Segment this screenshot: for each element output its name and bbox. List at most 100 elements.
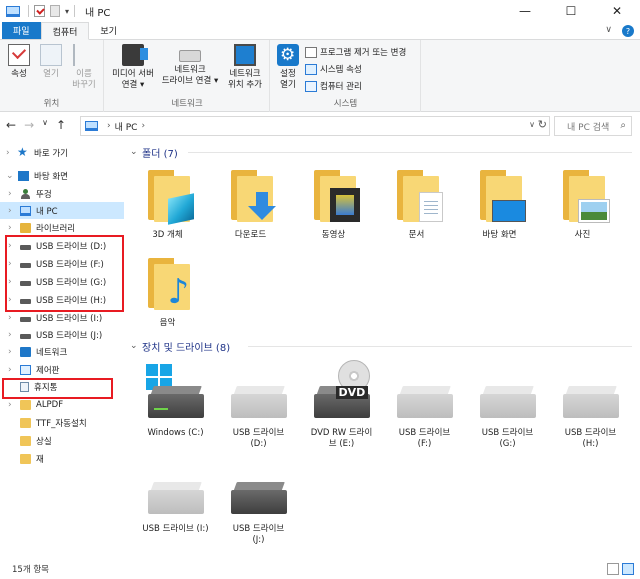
recent-locations-icon[interactable]: ∨ (42, 118, 48, 132)
tab-view[interactable]: 보기 (89, 22, 128, 39)
forward-arrow-icon[interactable]: → (24, 118, 34, 132)
media-server-button[interactable]: 미디어 서버 연결 ▾ (107, 44, 159, 91)
nav-item-usb-j[interactable]: › USB 드라이브 (J:) (0, 326, 124, 343)
system-properties-icon (305, 63, 317, 75)
address-bar[interactable]: › 내 PC › ∨ ↻ (80, 116, 550, 136)
open-settings-button[interactable]: 설정 열기 (275, 44, 301, 91)
nav-item-folder-jae[interactable]: 재 (0, 450, 124, 467)
title-bar: ▾ 내 PC — ☐ ✕ (0, 0, 640, 22)
folder-tile-desktop[interactable]: 바탕 화면 (458, 168, 541, 241)
collapse-chevron-icon[interactable]: ⌄ (6, 171, 15, 181)
expand-chevron-icon[interactable]: › (8, 347, 17, 357)
search-icon: ⌕ (620, 120, 626, 131)
large-icons-view-icon[interactable] (622, 563, 634, 575)
minimize-button[interactable]: — (502, 0, 548, 22)
details-view-icon[interactable] (607, 563, 619, 575)
system-properties-button[interactable]: 시스템 속성 (305, 63, 362, 75)
download-arrow-icon (247, 192, 277, 222)
help-icon[interactable]: ? (622, 25, 634, 37)
maximize-button[interactable]: ☐ (548, 0, 594, 22)
new-folder-icon[interactable] (50, 5, 60, 17)
system-properties-label: 시스템 속성 (320, 65, 362, 75)
devices-section-header[interactable]: ⌄ 장치 및 드라이브 (8) (130, 338, 230, 354)
expand-chevron-icon[interactable]: › (8, 189, 17, 199)
drive-tile-usb-d[interactable]: USB 드라이브 (D:) (217, 370, 300, 450)
photo-icon (578, 200, 609, 222)
expand-chevron-icon[interactable]: › (8, 313, 17, 323)
address-dropdown-icon[interactable]: ∨ (529, 120, 535, 129)
nav-item-control-panel[interactable]: › 제어판 (0, 361, 124, 378)
expand-chevron-icon[interactable]: › (8, 400, 17, 410)
search-input[interactable]: 내 PC 검색 ⌕ (554, 116, 632, 136)
qat-dropdown-icon[interactable]: ▾ (65, 7, 69, 16)
computer-management-button[interactable]: 컴퓨터 관리 (305, 80, 362, 92)
drive-tile-windows-c[interactable]: Windows (C:) (134, 364, 217, 439)
rename-label: 이름 바꾸기 (72, 69, 96, 90)
nav-item-label: 라이브러리 (36, 223, 76, 234)
nav-item-label: ALPDF (36, 399, 64, 410)
quick-access-toolbar: ▾ (28, 5, 76, 17)
gear-icon (277, 44, 299, 66)
drive-tile-usb-f[interactable]: USB 드라이브 (F:) (383, 370, 466, 450)
folder-tile-music[interactable]: 음악 (126, 256, 209, 329)
nav-item-network[interactable]: › 네트워크 (0, 343, 124, 360)
expand-chevron-icon[interactable]: › (8, 365, 17, 375)
ribbon-group-network: 미디어 서버 연결 ▾ 네트워크 드라이브 연결 ▾ 네트워크 위치 추가 네트… (105, 40, 270, 112)
folder-tile-pictures[interactable]: 사진 (541, 168, 624, 241)
window-title: 내 PC (85, 7, 111, 19)
expand-chevron-icon[interactable]: › (8, 223, 17, 233)
nav-item-desktop[interactable]: ⌄ 바탕 화면 (0, 167, 124, 184)
content-area: ⌄ 폴더 (7) 3D 개체 다운로드 동영상 문서 바탕 화면 사진 ♪ 음악… (126, 140, 640, 559)
rename-button[interactable]: 이름 바꾸기 (68, 44, 100, 91)
drive-tile-usb-i[interactable]: USB 드라이브 (I:) (134, 466, 217, 535)
tab-computer[interactable]: 컴퓨터 (40, 22, 90, 40)
folder-tile-documents[interactable]: 문서 (375, 168, 458, 241)
drive-led (153, 408, 168, 410)
refresh-icon[interactable]: ↻ (538, 118, 547, 131)
map-network-drive-button[interactable]: 네트워크 드라이브 연결 ▾ (159, 44, 221, 87)
expand-chevron-icon[interactable]: › (8, 330, 17, 340)
breadcrumb-this-pc[interactable]: 내 PC (115, 120, 138, 133)
uninstall-program-button[interactable]: 프로그램 제거 또는 변경 (305, 46, 406, 58)
breadcrumb-chevron-icon[interactable]: › (141, 121, 145, 131)
tab-file[interactable]: 파일 (2, 22, 41, 39)
close-button[interactable]: ✕ (594, 0, 640, 22)
navigation-buttons: ← → ∨ ↑ (6, 118, 66, 132)
nav-item-label: 뚜겅 (36, 189, 52, 200)
up-arrow-icon[interactable]: ↑ (56, 118, 66, 132)
drive-tile-usb-g[interactable]: USB 드라이브 (G:) (466, 370, 549, 450)
folder-tile-downloads[interactable]: 다운로드 (209, 168, 292, 241)
drive-label: USB 드라이브 (D:) (232, 428, 285, 449)
breadcrumb-chevron-icon[interactable]: › (107, 121, 111, 131)
expand-chevron-icon[interactable]: › (6, 148, 15, 158)
add-network-location-button[interactable]: 네트워크 위치 추가 (221, 44, 269, 91)
folder-label: 3D 개체 (152, 230, 183, 240)
nav-item-ttf-install[interactable]: TTF_자동설치 (0, 414, 124, 431)
nav-item-folder-sangsil[interactable]: 상실 (0, 432, 124, 449)
properties-icon[interactable] (34, 5, 45, 17)
ribbon-tabs: 파일 컴퓨터 보기 ∨ ? (0, 22, 640, 40)
folder-tile-3d-objects[interactable]: 3D 개체 (126, 168, 209, 241)
nav-item-label: 바탕 화면 (34, 171, 68, 182)
collapse-chevron-icon[interactable]: ⌄ (130, 341, 142, 351)
nav-item-label: 내 PC (36, 206, 58, 217)
ribbon-collapse-icon[interactable]: ∨ (605, 25, 612, 37)
nav-item-user[interactable]: › 뚜겅 (0, 185, 124, 202)
pc-icon[interactable] (6, 5, 20, 17)
group-label-system: 시스템 (333, 99, 358, 109)
nav-item-this-pc[interactable]: › 내 PC (0, 202, 124, 219)
drive-tile-usb-j[interactable]: USB 드라이브 (J:) (217, 466, 300, 546)
nav-item-libraries[interactable]: › 라이브러리 (0, 219, 124, 236)
properties-button[interactable]: 속성 (6, 44, 32, 80)
collapse-chevron-icon[interactable]: ⌄ (130, 147, 142, 157)
back-arrow-icon[interactable]: ← (6, 118, 16, 132)
windows-drive-icon (144, 364, 208, 422)
nav-item-quick-access[interactable]: › 바로 가기 (0, 144, 124, 161)
navigation-pane: › 바로 가기 ⌄ 바탕 화면 › 뚜겅 › 내 PC › 라이브러리 › US… (0, 140, 126, 559)
drive-tile-dvd-e[interactable]: DVD DVD RW 드라이 브 (E:) (300, 360, 383, 450)
folder-tile-videos[interactable]: 동영상 (292, 168, 375, 241)
folders-section-header[interactable]: ⌄ 폴더 (7) (130, 144, 178, 160)
drive-tile-usb-h[interactable]: USB 드라이브 (H:) (549, 370, 632, 450)
open-button[interactable]: 열기 (38, 44, 64, 80)
expand-chevron-icon[interactable]: › (8, 206, 17, 216)
